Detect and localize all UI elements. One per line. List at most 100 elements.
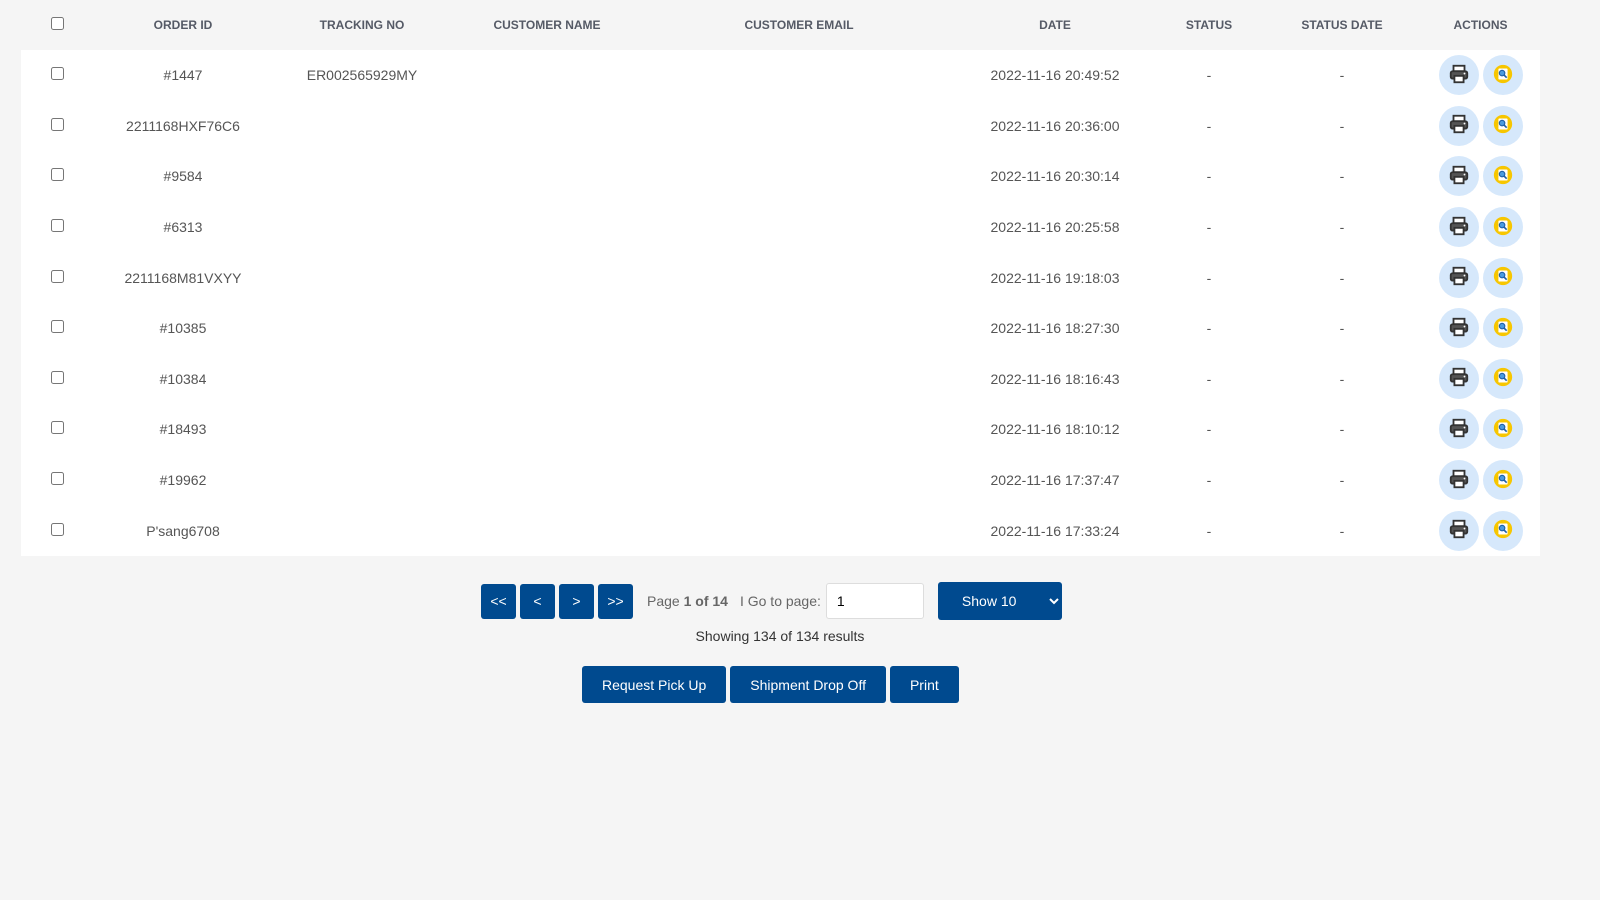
- search-document-icon: [1492, 366, 1514, 391]
- select-all-checkbox[interactable]: [50, 17, 64, 30]
- cell-status-date: -: [1339, 522, 1345, 539]
- cell-customer-email: [643, 202, 955, 253]
- page-current: 1 of 14: [683, 593, 728, 609]
- cell-tracking-no: ER002565929MY: [306, 67, 418, 84]
- cell-status: -: [1206, 421, 1212, 438]
- print-label-button[interactable]: [1438, 358, 1479, 399]
- table-row: #18493 2022-11-16 18:10:12 - -: [21, 404, 1540, 455]
- search-document-icon: [1492, 265, 1514, 290]
- shipment-dropoff-button[interactable]: Shipment Drop Off: [730, 666, 886, 703]
- cell-status: -: [1206, 67, 1212, 84]
- view-details-button[interactable]: [1482, 156, 1523, 197]
- row-checkbox[interactable]: [50, 370, 64, 384]
- row-checkbox[interactable]: [50, 472, 64, 486]
- row-checkbox[interactable]: [50, 219, 64, 233]
- printer-icon: [1448, 366, 1470, 391]
- cell-status-date: -: [1339, 67, 1345, 84]
- printer-icon: [1448, 113, 1470, 138]
- printer-icon: [1448, 164, 1470, 189]
- cell-date: 2022-11-16 20:30:14: [990, 168, 1120, 185]
- last-page-button[interactable]: >>: [598, 583, 633, 619]
- cell-order-id: 2211168M81VXYY: [124, 269, 242, 286]
- cell-customer-name: [451, 151, 643, 202]
- cell-customer-name: [451, 252, 643, 303]
- header-status-date: Status Date: [1301, 18, 1383, 32]
- print-label-button[interactable]: [1438, 510, 1479, 551]
- row-checkbox[interactable]: [50, 168, 64, 182]
- print-label-button[interactable]: [1438, 156, 1479, 197]
- view-details-button[interactable]: [1482, 358, 1523, 399]
- row-checkbox[interactable]: [50, 522, 64, 536]
- first-page-button[interactable]: <<: [481, 583, 516, 619]
- cell-order-id: #10384: [159, 370, 207, 387]
- cell-status-date: -: [1339, 472, 1345, 489]
- view-details-button[interactable]: [1482, 308, 1523, 349]
- cell-status-date: -: [1339, 269, 1345, 286]
- cell-customer-email: [643, 505, 955, 556]
- print-label-button[interactable]: [1438, 257, 1479, 298]
- view-details-button[interactable]: [1482, 207, 1523, 248]
- view-details-button[interactable]: [1482, 55, 1523, 96]
- cell-order-id: #18493: [159, 421, 207, 438]
- cell-customer-name: [451, 202, 643, 253]
- table-row: #10384 2022-11-16 18:16:43 - -: [21, 354, 1540, 405]
- cell-order-id: P'sang6708: [146, 522, 220, 539]
- print-label-button[interactable]: [1438, 460, 1479, 501]
- print-label-button[interactable]: [1438, 105, 1479, 146]
- cell-status: -: [1206, 320, 1212, 337]
- printer-icon: [1448, 518, 1470, 543]
- table-row: P'sang6708 2022-11-16 17:33:24 - -: [21, 505, 1540, 556]
- view-details-button[interactable]: [1482, 409, 1523, 450]
- table-row: 2211168M81VXYY 2022-11-16 19:18:03 - -: [21, 252, 1540, 303]
- cell-date: 2022-11-16 20:36:00: [990, 117, 1120, 134]
- view-details-button[interactable]: [1482, 257, 1523, 298]
- cell-date: 2022-11-16 20:49:52: [990, 67, 1120, 84]
- cell-status-date: -: [1339, 421, 1345, 438]
- cell-tracking-no: [273, 455, 451, 506]
- cell-date: 2022-11-16 17:37:47: [990, 472, 1120, 489]
- row-checkbox[interactable]: [50, 117, 64, 131]
- view-details-button[interactable]: [1482, 105, 1523, 146]
- cell-order-id: #1447: [163, 67, 203, 84]
- row-checkbox[interactable]: [50, 320, 64, 334]
- print-label-button[interactable]: [1438, 55, 1479, 96]
- cell-tracking-no: [273, 404, 451, 455]
- view-details-button[interactable]: [1482, 460, 1523, 501]
- cell-customer-name: [451, 101, 643, 152]
- print-label-button[interactable]: [1438, 207, 1479, 248]
- cell-status: -: [1206, 219, 1212, 236]
- print-label-button[interactable]: [1438, 409, 1479, 450]
- header-customer-name: Customer Name: [493, 18, 601, 32]
- header-actions: Actions: [1453, 18, 1508, 32]
- cell-customer-email: [643, 101, 955, 152]
- cell-tracking-no: [273, 252, 451, 303]
- cell-tracking-no: [273, 151, 451, 202]
- view-details-button[interactable]: [1482, 510, 1523, 551]
- next-page-button[interactable]: >: [559, 583, 594, 619]
- cell-date: 2022-11-16 20:25:58: [990, 219, 1120, 236]
- search-document-icon: [1492, 417, 1514, 442]
- row-checkbox[interactable]: [50, 67, 64, 81]
- goto-page-input[interactable]: [825, 583, 924, 619]
- page-prefix: Page: [647, 593, 680, 609]
- cell-customer-email: [643, 354, 955, 405]
- search-document-icon: [1492, 215, 1514, 240]
- cell-customer-name: [451, 505, 643, 556]
- bulk-actions: Request Pick Up Shipment Drop Off Print: [582, 666, 959, 703]
- cell-date: 2022-11-16 18:10:12: [990, 421, 1120, 438]
- search-document-icon: [1492, 316, 1514, 341]
- request-pickup-button[interactable]: Request Pick Up: [582, 666, 727, 703]
- orders-table: Order ID Tracking No Customer Name Custo…: [21, 0, 1540, 556]
- cell-status-date: -: [1339, 168, 1345, 185]
- cell-status: -: [1206, 522, 1212, 539]
- table-row: #19962 2022-11-16 17:37:47 - -: [21, 455, 1540, 506]
- row-checkbox[interactable]: [50, 269, 64, 283]
- row-checkbox[interactable]: [50, 421, 64, 435]
- header-customer-email: Customer Email: [744, 18, 854, 32]
- page-size-select[interactable]: Show 10: [937, 582, 1062, 620]
- print-label-button[interactable]: [1438, 308, 1479, 349]
- print-button[interactable]: Print: [889, 666, 959, 703]
- cell-status-date: -: [1339, 320, 1345, 337]
- prev-page-button[interactable]: <: [520, 583, 555, 619]
- orders-table-container: Order ID Tracking No Customer Name Custo…: [21, 0, 1540, 556]
